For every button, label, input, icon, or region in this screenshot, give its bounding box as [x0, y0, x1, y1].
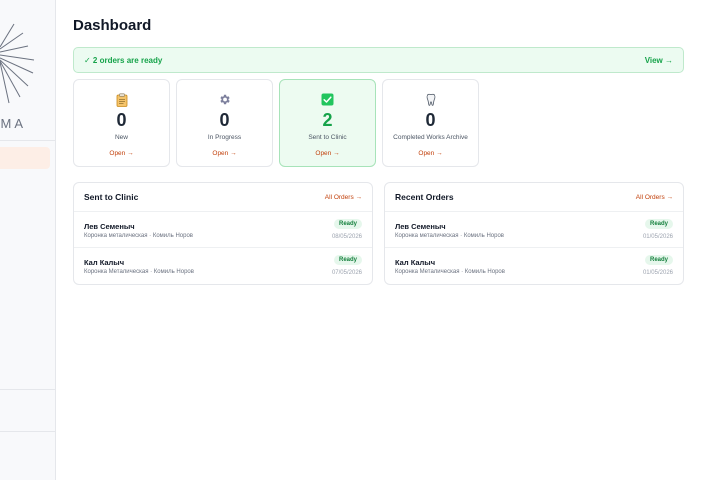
order-patient-name: Кал Калыч	[84, 258, 125, 267]
order-row[interactable]: Лев Семеныч Коронка металическая · Комил…	[74, 212, 372, 248]
alert-view-link[interactable]: View →	[645, 56, 673, 65]
sent-to-clinic-panel: Sent to Clinic All Orders → Лев Семеныч …	[73, 182, 373, 285]
app: МА Dashboard ✓ 2 orders are ready View →	[0, 0, 720, 480]
check-box-icon	[280, 93, 375, 107]
sidebar: МА	[0, 0, 56, 480]
stat-label: In Progress	[207, 134, 242, 141]
stat-value: 0	[219, 110, 230, 130]
order-description: Коронка металическая · Комиль Норов	[84, 233, 193, 239]
order-description: Коронка Металическая · Комиль Норов	[395, 269, 505, 275]
stat-value: 0	[116, 110, 127, 130]
order-patient-name: Кал Калыч	[395, 258, 436, 267]
sunburst-logo	[0, 23, 35, 104]
panel-header: Sent to Clinic All Orders →	[74, 183, 372, 212]
alert-text: ✓ 2 orders are ready	[84, 55, 163, 65]
order-row[interactable]: Лев Семеныч Коронка металическая · Комил…	[385, 212, 683, 248]
order-date: 07/05/2026	[331, 270, 362, 276]
status-badge: Ready	[644, 255, 673, 265]
order-patient-name: Лев Семеныч	[395, 222, 446, 231]
status-badge: Ready	[333, 255, 362, 265]
stat-value: 0	[425, 110, 436, 130]
status-badge: Ready	[644, 219, 673, 229]
order-description: Коронка Металическая · Комиль Норов	[84, 269, 194, 275]
all-orders-link[interactable]: All Orders →	[325, 194, 362, 201]
tooth-icon	[383, 93, 478, 107]
stat-open-link[interactable]: Open →	[177, 150, 272, 157]
sidebar-divider	[0, 140, 55, 141]
stat-label: Completed Works Archive	[393, 134, 468, 141]
status-badge: Ready	[333, 219, 362, 229]
ready-orders-alert: ✓ 2 orders are ready View →	[73, 47, 684, 73]
stat-value: 2	[322, 110, 333, 130]
stat-open-link[interactable]: Open →	[280, 150, 375, 157]
order-date: 01/05/2026	[642, 270, 673, 276]
logo-text: МА	[0, 116, 26, 131]
order-row[interactable]: Кал Калыч Коронка Металическая · Комиль …	[74, 248, 372, 284]
sidebar-divider	[0, 431, 55, 432]
panel-title: Sent to Clinic	[84, 192, 139, 202]
stat-label: Sent to Clinic	[308, 134, 347, 141]
order-patient-name: Лев Семеныч	[84, 222, 135, 231]
order-description: Коронка металическая · Комиль Норов	[395, 233, 504, 239]
order-date: 08/05/2026	[331, 234, 362, 240]
sidebar-divider	[0, 389, 55, 390]
stat-card-archive[interactable]: 0 Completed Works Archive Open →	[382, 79, 479, 167]
stat-open-link[interactable]: Open →	[74, 150, 169, 157]
panel-header: Recent Orders All Orders →	[385, 183, 683, 212]
panel-title: Recent Orders	[395, 192, 454, 202]
all-orders-link[interactable]: All Orders →	[636, 194, 673, 201]
stat-open-link[interactable]: Open →	[383, 150, 478, 157]
order-row[interactable]: Кал Калыч Коронка Металическая · Комиль …	[385, 248, 683, 284]
stat-card-sent-to-clinic[interactable]: 2 Sent to Clinic Open →	[279, 79, 376, 167]
stat-card-in-progress[interactable]: 0 In Progress Open →	[176, 79, 273, 167]
gear-icon	[177, 93, 272, 107]
clipboard-icon	[74, 93, 169, 107]
page-title: Dashboard	[73, 17, 152, 34]
stat-card-new[interactable]: 0 New Open →	[73, 79, 170, 167]
stat-label: New	[114, 134, 128, 141]
sidebar-item-active[interactable]	[0, 147, 50, 169]
recent-orders-panel: Recent Orders All Orders → Лев Семеныч К…	[384, 182, 684, 285]
order-date: 01/05/2026	[642, 234, 673, 240]
main-content: Dashboard ✓ 2 orders are ready View → 0	[73, 0, 685, 480]
